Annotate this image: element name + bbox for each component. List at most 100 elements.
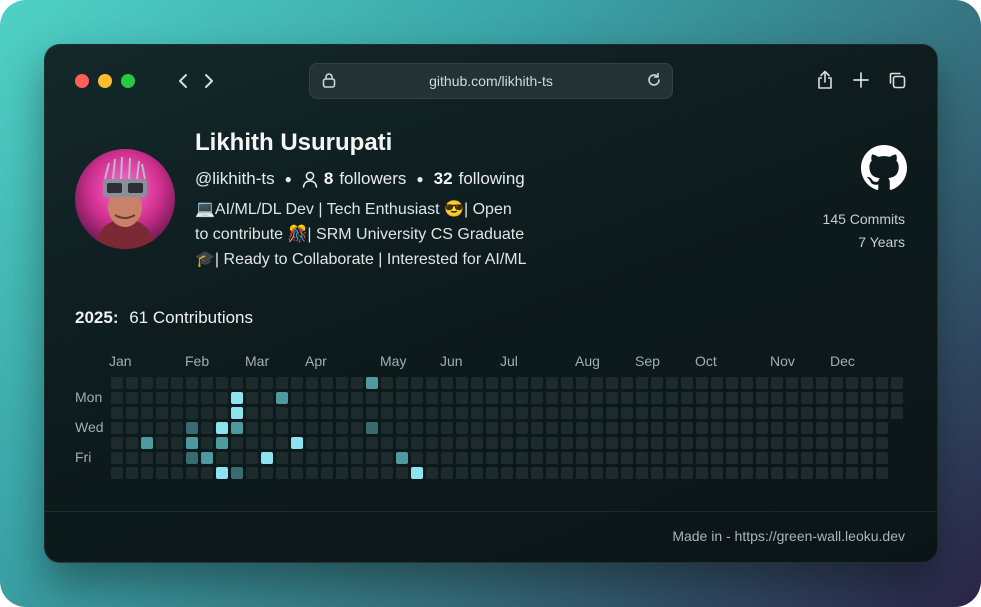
contribution-cell[interactable] [756,467,768,479]
contribution-cell[interactable] [876,422,888,434]
contribution-cell[interactable] [816,407,828,419]
contribution-cell[interactable] [876,392,888,404]
contribution-cell[interactable] [591,392,603,404]
contribution-cell[interactable] [291,407,303,419]
contribution-cell[interactable] [831,467,843,479]
contribution-cell[interactable] [186,467,198,479]
contribution-cell[interactable] [501,422,513,434]
contribution-cell[interactable] [126,377,138,389]
contribution-cell[interactable] [801,437,813,449]
contribution-cell[interactable] [426,377,438,389]
contribution-cell[interactable] [471,377,483,389]
contribution-cell[interactable] [276,377,288,389]
contribution-cell[interactable] [621,452,633,464]
contribution-cell[interactable] [336,377,348,389]
contribution-cell[interactable] [576,467,588,479]
contribution-cell[interactable] [336,467,348,479]
contribution-cell[interactable] [336,422,348,434]
contribution-cell[interactable] [366,377,378,389]
address-bar[interactable]: github.com/likhith-ts [309,63,673,99]
contribution-cell[interactable] [171,437,183,449]
contribution-cell[interactable] [696,467,708,479]
contribution-cell[interactable] [321,437,333,449]
contribution-cell[interactable] [231,467,243,479]
contribution-cell[interactable] [801,407,813,419]
contribution-cell[interactable] [351,422,363,434]
contribution-cell[interactable] [621,377,633,389]
contribution-cell[interactable] [636,437,648,449]
contribution-cell[interactable] [771,407,783,419]
contribution-cell[interactable] [726,467,738,479]
contribution-cell[interactable] [546,392,558,404]
contribution-cell[interactable] [561,422,573,434]
contribution-cell[interactable] [606,392,618,404]
contribution-cell[interactable] [321,452,333,464]
followers-count[interactable]: 8 [324,169,333,189]
contribution-cell[interactable] [381,452,393,464]
contribution-cell[interactable] [291,377,303,389]
profile-handle[interactable]: @likhith-ts [195,169,275,189]
contribution-cell[interactable] [786,467,798,479]
contribution-cell[interactable] [261,422,273,434]
contribution-cell[interactable] [216,422,228,434]
contribution-cell[interactable] [516,392,528,404]
contribution-cell[interactable] [366,407,378,419]
contribution-cell[interactable] [606,422,618,434]
contribution-cell[interactable] [261,437,273,449]
contribution-cell[interactable] [486,467,498,479]
contribution-cell[interactable] [756,422,768,434]
contribution-cell[interactable] [831,452,843,464]
contribution-cell[interactable] [816,467,828,479]
contribution-cell[interactable] [561,452,573,464]
contribution-cell[interactable] [396,392,408,404]
contribution-cell[interactable] [456,407,468,419]
contribution-cell[interactable] [171,407,183,419]
contribution-cell[interactable] [201,407,213,419]
contribution-cell[interactable] [411,467,423,479]
contribution-cell[interactable] [381,437,393,449]
contribution-cell[interactable] [351,467,363,479]
contribution-cell[interactable] [876,467,888,479]
contribution-cell[interactable] [726,377,738,389]
contribution-cell[interactable] [486,437,498,449]
contribution-cell[interactable] [606,452,618,464]
contribution-cell[interactable] [156,437,168,449]
contribution-cell[interactable] [441,407,453,419]
contribution-cell[interactable] [666,437,678,449]
contribution-cell[interactable] [681,467,693,479]
contribution-cell[interactable] [861,377,873,389]
contribution-cell[interactable] [561,407,573,419]
contribution-cell[interactable] [216,377,228,389]
contribution-cell[interactable] [396,437,408,449]
contribution-cell[interactable] [801,452,813,464]
contribution-cell[interactable] [411,377,423,389]
contribution-cell[interactable] [306,452,318,464]
contribution-cell[interactable] [711,422,723,434]
contribution-cell[interactable] [306,422,318,434]
contribution-cell[interactable] [366,467,378,479]
contribution-cell[interactable] [501,407,513,419]
contribution-cell[interactable] [666,407,678,419]
contribution-cell[interactable] [246,377,258,389]
share-button[interactable] [815,70,835,90]
contribution-cell[interactable] [411,392,423,404]
contribution-cell[interactable] [261,377,273,389]
contribution-cell[interactable] [171,452,183,464]
contribution-cell[interactable] [726,422,738,434]
contribution-cell[interactable] [381,377,393,389]
reload-icon[interactable] [646,72,662,88]
contribution-cell[interactable] [876,452,888,464]
contribution-cell[interactable] [681,407,693,419]
contribution-cell[interactable] [411,437,423,449]
followers-label[interactable]: followers [339,169,406,189]
contribution-cell[interactable] [156,407,168,419]
contribution-cell[interactable] [651,377,663,389]
contribution-cell[interactable] [216,467,228,479]
contribution-cell[interactable] [366,452,378,464]
contribution-cell[interactable] [456,422,468,434]
contribution-cell[interactable] [156,452,168,464]
contribution-cell[interactable] [501,452,513,464]
forward-button[interactable] [201,71,217,91]
contribution-cell[interactable] [396,467,408,479]
following-label[interactable]: following [459,169,525,189]
